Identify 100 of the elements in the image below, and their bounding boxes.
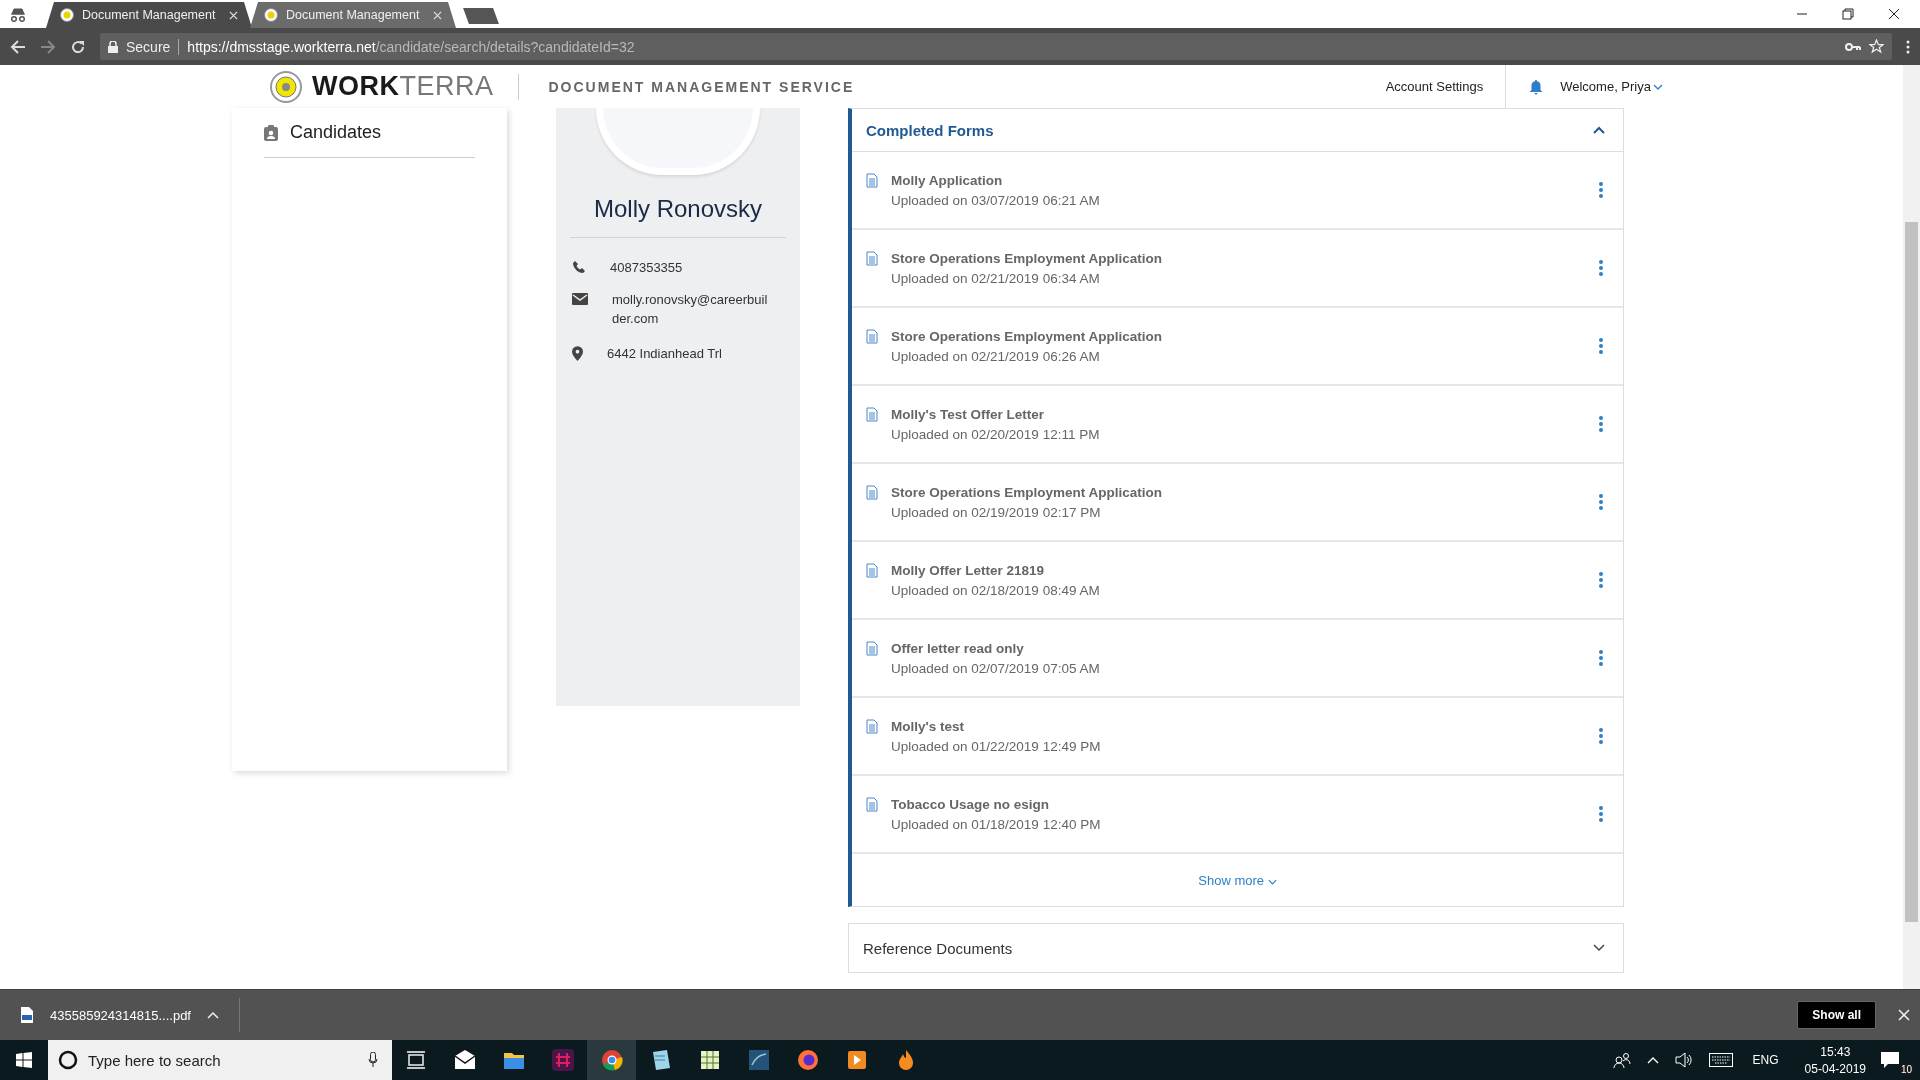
- close-icon[interactable]: [1888, 8, 1900, 20]
- more-options-icon[interactable]: [1599, 650, 1603, 666]
- document-icon: [866, 407, 878, 422]
- document-icon: [866, 251, 878, 266]
- upload-date: Uploaded on 02/21/2019 06:34 AM: [891, 270, 1101, 286]
- search-field[interactable]: Type here to search: [48, 1040, 392, 1080]
- new-tab-button[interactable]: [463, 8, 499, 24]
- more-options-icon[interactable]: [1599, 728, 1603, 744]
- windows-logo-icon[interactable]: [16, 1052, 32, 1068]
- form-title: Tobacco Usage no esign: [891, 796, 1051, 812]
- location-pin-icon: [572, 346, 583, 361]
- download-item[interactable]: 435585924314815....pdf: [20, 998, 240, 1032]
- email-address: molly.ronovsky@careerbuilder.com: [612, 291, 769, 328]
- form-row[interactable]: Store Operations Employment Application Uploaded on 02/21/2019 06:26 AM: [852, 308, 1623, 386]
- form-title: Offer letter read only: [891, 640, 1025, 656]
- section-title: Completed Forms: [866, 121, 994, 139]
- more-options-icon[interactable]: [1599, 260, 1603, 276]
- more-options-icon[interactable]: [1599, 494, 1603, 510]
- badge-icon: [264, 124, 278, 141]
- more-options-icon[interactable]: [1599, 182, 1603, 198]
- section-header[interactable]: Completed Forms: [852, 109, 1623, 152]
- user-menu[interactable]: Welcome, Priya: [1560, 79, 1663, 94]
- key-icon[interactable]: [1845, 41, 1861, 52]
- reference-documents-card[interactable]: Reference Documents: [848, 923, 1624, 973]
- people-icon[interactable]: [1612, 1052, 1631, 1068]
- menu-icon[interactable]: [1906, 39, 1910, 54]
- document-icon: [866, 485, 878, 500]
- form-row[interactable]: Molly Offer Letter 21819 Uploaded on 02/18/2019 08:49 AM: [852, 542, 1623, 620]
- back-icon[interactable]: [10, 38, 26, 55]
- cortana-icon: [58, 1050, 78, 1070]
- form-row[interactable]: Store Operations Employment Application Uploaded on 02/21/2019 06:34 AM: [852, 230, 1623, 308]
- lock-icon: [108, 40, 118, 53]
- upload-date: Uploaded on 01/18/2019 12:40 PM: [891, 816, 1102, 832]
- secure-label: Secure: [126, 38, 180, 55]
- incognito-icon: [8, 8, 28, 22]
- upload-date: Uploaded on 02/18/2019 08:49 AM: [891, 582, 1101, 598]
- form-row[interactable]: Molly Application Uploaded on 03/07/2019 06:21 AM: [852, 152, 1623, 230]
- account-settings-link[interactable]: Account Settings: [1385, 79, 1484, 94]
- candidate-name: Molly Ronovsky: [570, 175, 786, 238]
- document-icon: [866, 641, 878, 656]
- form-title: Store Operations Employment Application: [891, 484, 1164, 500]
- more-options-icon[interactable]: [1599, 572, 1603, 588]
- reload-icon[interactable]: [70, 38, 86, 55]
- star-icon[interactable]: [1869, 39, 1884, 54]
- form-row[interactable]: Offer letter read only Uploaded on 02/07/2019 07:05 AM: [852, 620, 1623, 698]
- form-title: Store Operations Employment Application: [891, 250, 1164, 266]
- restore-icon[interactable]: [1842, 8, 1854, 20]
- site-logo-icon: [60, 8, 74, 22]
- street-address: 6442 Indianhead Trl: [607, 346, 722, 361]
- phone-number: 4087353355: [610, 260, 683, 275]
- mail-icon: [572, 293, 588, 305]
- service-title: DOCUMENT MANAGEMENT SERVICE: [548, 78, 855, 95]
- upload-date: Uploaded on 02/19/2019 02:17 PM: [891, 504, 1102, 520]
- browser-tab[interactable]: Document Management: [250, 2, 456, 28]
- speaker-icon[interactable]: [1674, 1052, 1693, 1068]
- upload-date: Uploaded on 03/07/2019 06:21 AM: [891, 192, 1101, 208]
- browser-tab[interactable]: Document Management: [46, 2, 252, 28]
- tab-title: Document Management: [82, 8, 217, 22]
- document-icon: [866, 329, 878, 344]
- form-title: Molly's test: [891, 718, 965, 734]
- brand-name: WORKTERRA: [312, 71, 494, 102]
- upload-date: Uploaded on 02/20/2019 12:11 PM: [891, 426, 1101, 442]
- form-row[interactable]: Molly's test Uploaded on 01/22/2019 12:49 PM: [852, 698, 1623, 776]
- forward-icon[interactable]: [40, 38, 56, 55]
- bell-icon[interactable]: [1528, 78, 1545, 95]
- upload-date: Uploaded on 02/21/2019 06:26 AM: [891, 348, 1101, 364]
- notifications-button[interactable]: 10: [1880, 1045, 1914, 1075]
- sidebar-label: Candidates: [290, 122, 382, 143]
- chevron-down-icon: [1267, 878, 1277, 885]
- clock[interactable]: 15:43 05-04-2019: [1804, 1044, 1866, 1076]
- keyboard-icon[interactable]: [1708, 1053, 1733, 1067]
- more-options-icon[interactable]: [1599, 338, 1603, 354]
- tab-title: Document Management: [286, 8, 421, 22]
- document-icon: [866, 563, 878, 578]
- form-row[interactable]: Tobacco Usage no esign Uploaded on 01/18/2019 12:40 PM: [852, 776, 1623, 854]
- show-all-button[interactable]: Show all: [1797, 1001, 1876, 1029]
- form-row[interactable]: Store Operations Employment Application Uploaded on 02/19/2019 02:17 PM: [852, 464, 1623, 542]
- address-field[interactable]: Secure https://dmsstage.workterra.net/candidate/search/details?candidateId=32: [100, 33, 1892, 60]
- site-logo-icon: [264, 8, 278, 22]
- upload-date: Uploaded on 01/22/2019 12:49 PM: [891, 738, 1102, 754]
- scrollbar[interactable]: [1903, 65, 1920, 989]
- language-indicator[interactable]: ENG: [1752, 1053, 1779, 1067]
- phone-icon: [572, 260, 586, 274]
- form-title: Store Operations Employment Application: [891, 328, 1164, 344]
- form-title: Molly Offer Letter 21819: [891, 562, 1046, 578]
- url-text: https://dmsstage.workterra.net/candidate/search/details?candidateId=32: [187, 38, 635, 55]
- sidebar-item[interactable]: Candidates: [264, 122, 475, 158]
- file-name: 435585924314815....pdf: [50, 1007, 191, 1023]
- form-title: Molly Application: [891, 172, 1004, 188]
- more-options-icon[interactable]: [1599, 416, 1603, 432]
- more-options-icon[interactable]: [1599, 806, 1603, 822]
- section-title: Reference Documents: [863, 939, 1013, 957]
- pdf-file-icon: [20, 1006, 34, 1024]
- browser-app-icon[interactable]: [587, 1040, 636, 1080]
- show-more-link[interactable]: Show more: [1198, 872, 1277, 888]
- document-icon: [866, 719, 878, 734]
- form-row[interactable]: Molly's Test Offer Letter Uploaded on 02/20/2019 12:11 PM: [852, 386, 1623, 464]
- upload-date: Uploaded on 02/07/2019 07:05 AM: [891, 660, 1101, 676]
- document-icon: [866, 173, 878, 188]
- chevron-up-icon[interactable]: [206, 1011, 219, 1019]
